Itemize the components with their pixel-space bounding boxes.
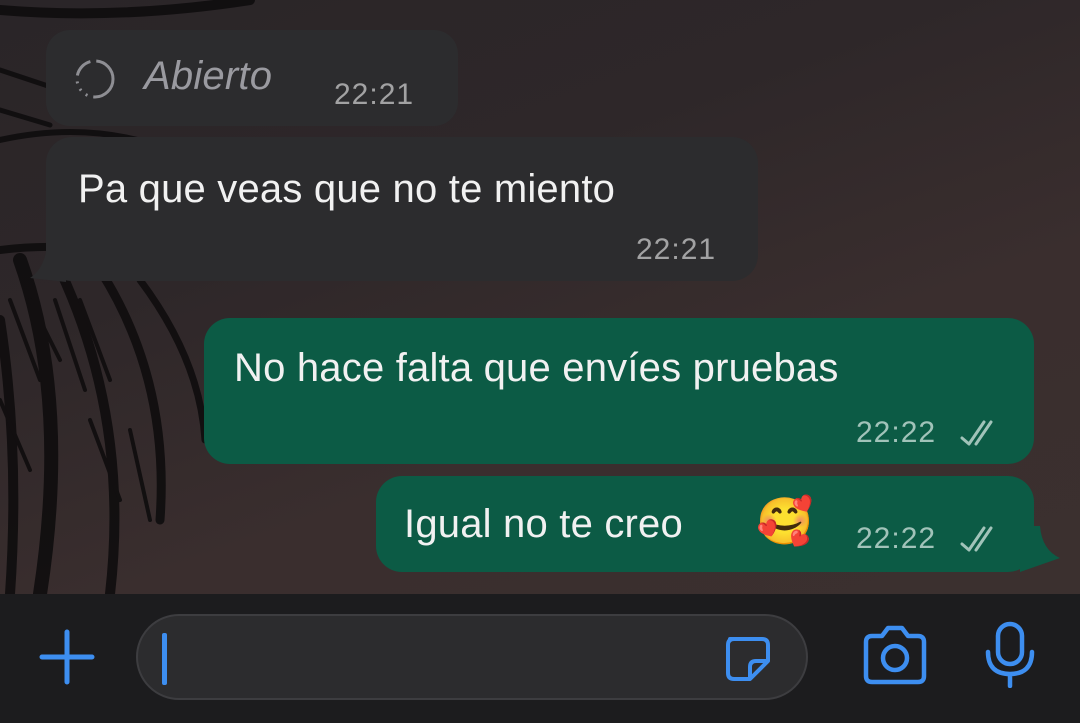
text-caret <box>162 633 167 685</box>
outgoing-message[interactable]: No hace falta que envíes pruebas 22:22 <box>204 318 1034 464</box>
emoji-smiling-hearts: 🥰 <box>756 495 814 547</box>
message-input[interactable] <box>136 614 808 700</box>
message-composer <box>0 594 1080 723</box>
message-text: Pa que veas que no te miento <box>78 167 616 211</box>
message-time: 22:21 <box>636 233 717 266</box>
chat-area: Abierto 22:21 Pa que veas que no te mien… <box>0 0 1080 594</box>
microphone-icon[interactable] <box>982 620 1038 688</box>
incoming-message[interactable]: Pa que veas que no te miento 22:21 <box>46 137 758 281</box>
plus-icon[interactable] <box>38 628 96 686</box>
status-label: Abierto <box>144 54 273 98</box>
status-bubble[interactable]: Abierto 22:21 <box>46 30 458 126</box>
outgoing-message[interactable]: Igual no te creo 🥰 22:22 <box>376 476 1034 572</box>
double-check-icon <box>960 420 993 446</box>
message-text: Igual no te creo <box>404 502 683 546</box>
bubble-tail <box>1020 526 1060 572</box>
bubble-tail <box>30 238 66 282</box>
message-text: No hace falta que envíes pruebas <box>234 346 839 390</box>
message-time: 22:22 <box>856 416 937 449</box>
double-check-icon <box>960 526 993 552</box>
message-time: 22:22 <box>856 522 937 555</box>
sticker-icon[interactable] <box>722 635 774 683</box>
camera-icon[interactable] <box>860 624 930 686</box>
dashed-circle-icon <box>75 59 115 99</box>
message-time: 22:21 <box>334 78 415 111</box>
